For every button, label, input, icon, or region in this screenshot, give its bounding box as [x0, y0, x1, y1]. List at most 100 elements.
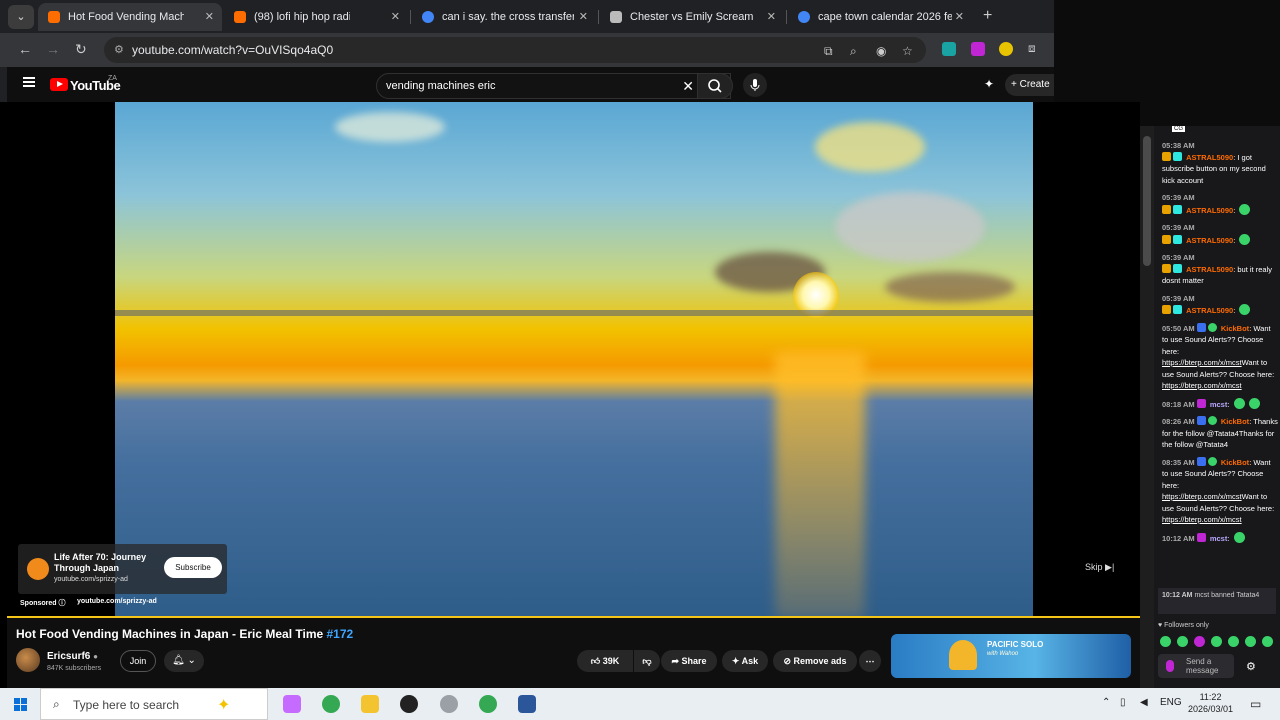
message-user[interactable]: ASTRAL5090 — [1186, 265, 1233, 274]
voice-search-button[interactable] — [743, 73, 767, 97]
channel-avatar[interactable] — [16, 648, 40, 672]
notifications-icon[interactable]: ▭ — [1250, 697, 1261, 711]
join-button[interactable]: Join — [120, 650, 156, 672]
tab-title: (98) lofi hip hop radio — [254, 11, 350, 23]
emote-picker-row[interactable] — [1160, 636, 1279, 647]
zoom-icon[interactable]: ⌕ — [850, 44, 857, 59]
chrome-icon[interactable] — [322, 695, 340, 713]
sparkle-icon[interactable]: ✦ — [217, 695, 230, 715]
tab-hot-food[interactable]: Hot Food Vending Machine ✕ — [38, 3, 222, 31]
kick-badge-icon — [1207, 416, 1217, 425]
message-user[interactable]: ASTRAL5090 — [1186, 306, 1233, 315]
tab-chester-emily[interactable]: Chester vs Emily Scream ✕ — [600, 3, 784, 31]
taskbar-search-input[interactable]: ⌕ Type here to search ✦ — [40, 688, 268, 720]
search-input[interactable]: vending machines eric ✕ — [376, 73, 731, 99]
message-link[interactable]: https://bterp.com/x/mcst — [1162, 381, 1242, 390]
notifications-bell-button[interactable]: 🔔︎ ⌄ — [164, 650, 204, 672]
extension-icon[interactable] — [971, 42, 985, 56]
close-tab-icon[interactable]: ✕ — [205, 10, 214, 23]
video-player[interactable]: Life After 70: Journey Through Japan you… — [7, 102, 1140, 619]
network-icon[interactable]: ▯ — [1120, 697, 1126, 708]
chat-settings-icon[interactable]: ⚙ — [1246, 660, 1256, 673]
channel-name-text[interactable]: Ericsurf6 — [47, 651, 90, 662]
message-link[interactable]: https://bterp.com/x/mcst — [1162, 515, 1242, 524]
followers-only-text: Followers only — [1164, 622, 1209, 629]
verified-icon: ● — [93, 652, 98, 661]
message-user[interactable]: mcst — [1210, 400, 1228, 409]
message-user[interactable]: KickBot — [1221, 324, 1249, 333]
clear-search-icon[interactable]: ✕ — [682, 78, 694, 95]
tab-search-button[interactable]: ⌄ — [8, 5, 34, 29]
chrome-active-icon[interactable] — [479, 695, 497, 713]
file-explorer-icon[interactable] — [361, 695, 379, 713]
create-button[interactable]: + Create — [1005, 74, 1054, 96]
like-button[interactable]: 👍︎ 39K — [577, 650, 633, 672]
message-user[interactable]: KickBot — [1221, 458, 1249, 467]
message-user[interactable]: ASTRAL5090 — [1186, 153, 1233, 162]
tab-lofi[interactable]: (98) lofi hip hop radio ✕ — [224, 3, 408, 31]
omnibox[interactable]: ⚙ youtube.com/watch?v=OuVISqo4aQ0 ⧉ ⌕ ◉ … — [104, 37, 926, 63]
dislike-button[interactable]: 👎︎ — [634, 650, 660, 672]
site-info-icon[interactable]: ⚙ — [114, 43, 124, 56]
tray-chevron-icon[interactable]: ⌃ — [1102, 697, 1110, 708]
forward-icon[interactable]: → — [46, 41, 60, 57]
obs-icon[interactable] — [400, 695, 418, 713]
promo-banner[interactable]: PACIFIC SOLO with Wahoo — [891, 634, 1131, 678]
snipping-tool-icon[interactable] — [440, 695, 458, 713]
tab-cape-town[interactable]: cape town calendar 2026 february ✕ — [788, 3, 972, 31]
reload-icon[interactable]: ↻ — [75, 41, 87, 58]
close-tab-icon[interactable]: ✕ — [767, 10, 776, 23]
youtube-logo-icon[interactable] — [50, 78, 68, 91]
extensions-puzzle-icon[interactable]: ⧈ — [1028, 41, 1036, 56]
message-user[interactable]: ASTRAL5090 — [1186, 236, 1233, 245]
ai-sparkle-icon[interactable]: ✦ — [984, 77, 994, 91]
windows-start-icon[interactable] — [14, 698, 27, 711]
video-frame[interactable] — [115, 102, 1033, 618]
remove-ads-button[interactable]: ⊘ Remove ads — [773, 650, 857, 672]
new-tab-icon[interactable]: + — [983, 7, 992, 25]
message-user[interactable]: ASTRAL5090 — [1186, 206, 1233, 215]
message-time: 05:39 AM — [1162, 193, 1195, 202]
sponsored-url[interactable]: youtube.com/sprizzy-ad — [77, 598, 157, 605]
bookmark-star-icon[interactable]: ☆ — [902, 44, 913, 58]
chat-input[interactable]: Send a message — [1158, 654, 1234, 678]
ad-url[interactable]: youtube.com/sprizzy-ad — [54, 576, 128, 583]
close-tab-icon[interactable]: ✕ — [579, 10, 588, 23]
chat-scrollbar[interactable] — [1140, 126, 1154, 688]
message-link[interactable]: https://bterp.com/x/mcst — [1162, 358, 1242, 367]
more-actions-button[interactable]: ⋯ — [859, 650, 881, 672]
mic-badge-icon — [1196, 532, 1206, 542]
chat-message: 05:39 AM ASTRAL5090: — [1162, 192, 1278, 216]
word-icon[interactable] — [518, 695, 536, 713]
share-button[interactable]: ➦ Share — [661, 650, 717, 672]
skip-ad-button[interactable]: Skip ▶| — [1085, 562, 1114, 573]
ad-title[interactable]: Life After 70: Journey Through Japan — [54, 552, 154, 574]
language-indicator[interactable]: ENG — [1160, 697, 1182, 708]
menu-icon[interactable] — [23, 77, 35, 79]
message-user[interactable]: KickBot — [1221, 417, 1249, 426]
extension-icon[interactable] — [942, 42, 956, 56]
search-query[interactable]: vending machines eric — [386, 80, 495, 92]
message-user[interactable]: mcst — [1210, 534, 1228, 543]
volume-icon[interactable]: ◀ — [1140, 697, 1148, 708]
eye-off-icon[interactable]: ◉ — [876, 44, 886, 58]
ad-subscribe-button[interactable]: Subscribe — [164, 557, 222, 578]
clock[interactable]: 11:22 2026/03/01 — [1188, 691, 1233, 715]
ask-button[interactable]: ✦ Ask — [722, 650, 768, 672]
back-icon[interactable]: ← — [18, 41, 32, 57]
search-button[interactable] — [697, 73, 733, 99]
video-hashtag[interactable]: #172 — [327, 627, 354, 641]
app-icon-copilot[interactable] — [283, 695, 301, 713]
close-tab-icon[interactable]: ✕ — [955, 10, 964, 23]
ask-label: Ask — [741, 656, 759, 666]
channel-name[interactable]: Ericsurf6 ● — [47, 651, 98, 662]
video-title-text: Hot Food Vending Machines in Japan - Eri… — [16, 627, 327, 641]
ad-card[interactable]: Life After 70: Journey Through Japan you… — [18, 544, 227, 594]
cast-icon[interactable]: ⧉ — [824, 44, 833, 59]
tab-cross-transference[interactable]: can i say. the cross transference ✕ — [412, 3, 596, 31]
chat-scroll-thumb[interactable] — [1143, 136, 1151, 266]
message-link[interactable]: https://bterp.com/x/mcst — [1162, 492, 1242, 501]
extension-icon[interactable] — [999, 42, 1013, 56]
url-text[interactable]: youtube.com/watch?v=OuVISqo4aQ0 — [132, 43, 333, 57]
close-tab-icon[interactable]: ✕ — [391, 10, 400, 23]
